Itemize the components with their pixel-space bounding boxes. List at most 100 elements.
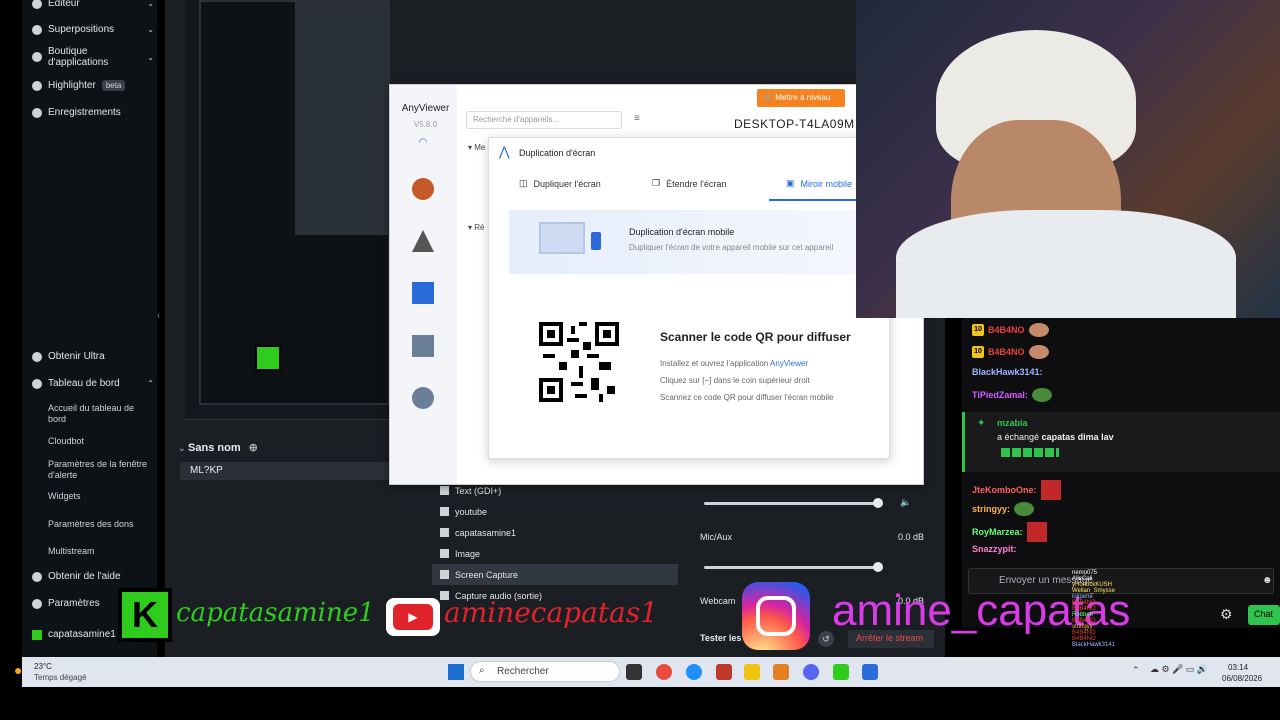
mic-slider[interactable] <box>704 562 883 572</box>
tab-extend-screen[interactable]: ❐ Étendre l'écran <box>652 178 726 189</box>
device-search-input[interactable]: Recherche d'appareils... <box>466 111 622 129</box>
stop-stream-button[interactable]: Arrêter le stream <box>848 630 934 648</box>
app-icon[interactable] <box>773 664 789 680</box>
replay-icon[interactable]: ↺ <box>818 631 834 647</box>
kick-logo: K <box>118 588 172 642</box>
chevron-up-icon: ⌃ <box>147 379 154 388</box>
sidebar-item-highlighter[interactable]: Highlighter beta <box>32 80 154 91</box>
avatar[interactable] <box>412 178 434 200</box>
chevron-down-icon: ⌄ <box>147 0 154 8</box>
source-item[interactable]: capatasamine1 <box>432 522 678 543</box>
gift-user[interactable]: mzabia <box>997 418 1028 428</box>
folder-icon[interactable] <box>744 664 760 680</box>
bottom-bar <box>0 687 1280 720</box>
test-widgets-label[interactable]: Tester les <box>700 633 741 643</box>
tab-duplicate-screen[interactable]: ◫ Dupliquer l'écran <box>519 178 601 189</box>
screen-mirror-icon[interactable] <box>412 282 434 304</box>
screen-duplication-dialog: ⋀ Duplication d'écran ◫ Dupliquer l'écran… <box>488 137 891 459</box>
chat-overflow-list: nemo075 AlleCali yHorlockKUSH Wellan_Smy… <box>1072 570 1116 648</box>
tray-chevron-icon[interactable]: ⌃ <box>1132 665 1140 676</box>
section-me[interactable]: ▾ Me <box>468 143 485 152</box>
emote-icon <box>1026 522 1047 542</box>
highlighter-icon <box>32 80 42 91</box>
sidebar-item-dashboard[interactable]: Tableau de bord ⌃ <box>32 378 154 389</box>
sidebar-item-recordings[interactable]: Enregistrements <box>32 107 154 118</box>
sidebar-item-editor[interactable]: Éditeur ⌄ <box>32 0 154 9</box>
tray-icons[interactable]: ☁ ⚙ 🎤 ▭ 🔊 <box>1150 664 1208 675</box>
sidebar-sub-widgets[interactable]: Widgets <box>48 491 148 502</box>
play-icon: ▶ <box>393 604 433 630</box>
clock-date[interactable]: 06/08/2026 <box>1222 674 1262 683</box>
taskbar <box>22 657 1280 687</box>
windows-start-icon[interactable] <box>448 664 464 680</box>
gear-icon[interactable] <box>412 387 434 409</box>
source-item[interactable]: Image <box>432 543 678 564</box>
discord-icon[interactable] <box>803 664 819 680</box>
sidebar-item-app-store[interactable]: Boutique d'applications ⌄ <box>32 46 154 68</box>
mobile-icon: ▣ <box>786 178 795 188</box>
qr-step-3: Scannez ce code QR pour diffuser l'écran… <box>660 393 834 402</box>
gift-text: a échangé capatas dima lav <box>997 432 1114 442</box>
upgrade-button[interactable]: 🛒 Mettre à niveau <box>757 89 845 107</box>
browser-icon <box>440 507 449 516</box>
emote-icon <box>1040 480 1061 500</box>
anyviewer-link[interactable]: AnyViewer <box>770 359 808 368</box>
emote-icon <box>1028 345 1049 359</box>
preview-recursion-inner <box>295 0 390 235</box>
sidebar-item-overlays[interactable]: Superpositions ⌄ <box>32 24 154 35</box>
phone-illustration-icon <box>591 232 601 250</box>
task-view-icon[interactable] <box>626 664 642 680</box>
sidebar-sub-cloudbot[interactable]: Cloudbot <box>48 436 148 447</box>
source-item-selected[interactable]: Screen Capture <box>432 564 678 585</box>
collapse-sidebar-icon[interactable]: ‹ <box>157 310 165 321</box>
desktop-audio-slider[interactable] <box>704 498 883 508</box>
chevron-down-icon: ⌄ <box>147 52 154 62</box>
clock-time[interactable]: 03:14 <box>1228 663 1248 672</box>
sidebar-sub-multistream[interactable]: Multistream <box>48 546 148 557</box>
kick-logo-preview <box>255 345 281 371</box>
remote-icon[interactable] <box>412 230 434 252</box>
store-icon <box>32 52 42 62</box>
dashboard-icon <box>32 378 42 389</box>
recordings-icon <box>32 107 42 118</box>
scene-item[interactable]: ML?KP <box>180 462 390 480</box>
beta-badge: beta <box>101 80 126 91</box>
sidebar-sub-alert-settings[interactable]: Paramètres de la fenêtre d'alerte <box>48 459 148 481</box>
slider-knob[interactable] <box>873 562 883 572</box>
mute-icon[interactable]: 🔈 <box>900 497 911 508</box>
slider-knob[interactable] <box>873 498 883 508</box>
qr-step-1: Installez et ouvrez l'application AnyVie… <box>660 359 809 368</box>
source-item[interactable]: youtube <box>432 501 678 522</box>
text-icon <box>440 486 449 495</box>
mic-db: 0.0 dB <box>897 532 924 542</box>
chat-message: Snazzypit: <box>972 544 1017 554</box>
chat-message: JteKomboOne: <box>972 480 1061 500</box>
weather-desc[interactable]: Temps dégagé <box>34 673 86 682</box>
emoji-icon[interactable]: ☻ <box>1262 575 1273 586</box>
section-re[interactable]: ▾ Ré <box>468 223 484 232</box>
chat-message: TiPiedZamal: <box>972 388 1052 402</box>
edge-icon[interactable] <box>686 664 702 680</box>
tab-mobile-mirror[interactable]: ▣ Miroir mobile <box>786 178 852 189</box>
chrome-icon[interactable] <box>656 664 672 680</box>
anyviewer-icon[interactable] <box>862 664 878 680</box>
streamlabs-icon[interactable] <box>833 664 849 680</box>
chat-message: 10 B4B4NO <box>972 345 1049 359</box>
youtube-handle: aminecapatas1 <box>444 596 658 629</box>
app-version: V5.8.0 <box>413 120 438 129</box>
duplicate-icon: ◫ <box>519 178 528 188</box>
angular-icon[interactable] <box>716 664 732 680</box>
sidebar-item-ultra[interactable]: Obtenir Ultra <box>32 351 154 362</box>
chat-send-button[interactable]: Chat <box>1248 605 1280 625</box>
sort-icon[interactable]: ≡ <box>634 113 640 124</box>
sidebar-sub-dashboard-home[interactable]: Accueil du tableau de bord <box>48 403 148 425</box>
gear-icon[interactable]: ⚙ <box>1220 606 1233 623</box>
sidebar-sub-donations[interactable]: Paramètres des dons <box>48 519 148 530</box>
apps-icon[interactable] <box>412 335 434 357</box>
weather-temp[interactable]: 23°C <box>34 662 52 671</box>
chevron-down-icon[interactable]: ⌄ <box>178 443 188 453</box>
qr-step-2: Cliquez sur [−] dans le coin supérieur d… <box>660 376 810 385</box>
add-scene-icon[interactable]: ⊕ <box>249 442 258 454</box>
sidebar-item-help[interactable]: Obtenir de l'aide <box>32 571 154 582</box>
taskbar-search[interactable]: Rechercher <box>470 661 620 682</box>
